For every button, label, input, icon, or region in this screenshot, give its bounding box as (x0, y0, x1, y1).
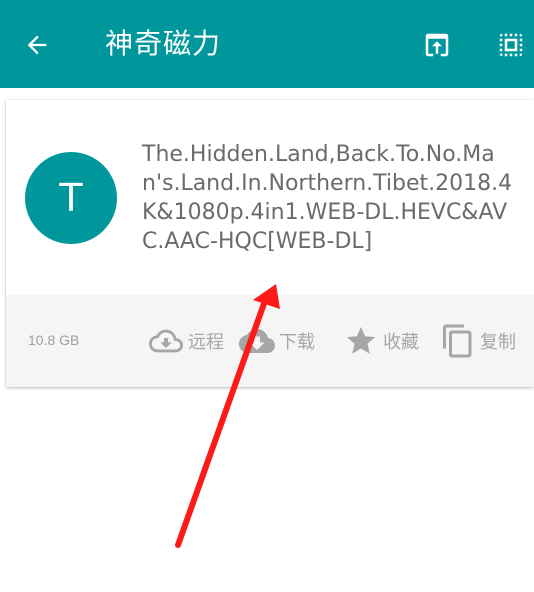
favorite-label: 收藏 (383, 332, 419, 353)
download-label: 下载 (279, 332, 315, 353)
star-icon (343, 323, 379, 359)
torrent-card[interactable]: T The.Hidden.Land,Back.To.No.Man's.Land.… (6, 100, 534, 387)
back-button[interactable] (14, 22, 60, 68)
copy-icon (440, 323, 476, 359)
file-size: 10.8 GB (28, 332, 80, 348)
top-app-bar: 神奇磁力 (0, 0, 534, 88)
remote-button[interactable]: 远程 (148, 323, 224, 359)
remote-label: 远程 (188, 332, 224, 353)
upload-box-icon (425, 33, 449, 57)
card-actions: 10.8 GB 远程 下载 收藏 复制 (6, 295, 534, 387)
arrow-left-icon (27, 35, 47, 55)
copy-button[interactable]: 复制 (440, 323, 516, 359)
card-content[interactable]: T The.Hidden.Land,Back.To.No.Man's.Land.… (6, 100, 534, 295)
app-screen: 神奇磁力 T The.Hidden.Land,Back.To.No.Man's.… (0, 0, 534, 592)
download-button[interactable]: 下载 (239, 323, 315, 359)
upload-button[interactable] (414, 22, 460, 68)
select-all-icon (499, 33, 523, 57)
copy-label: 复制 (480, 332, 516, 353)
cloud-download-icon (239, 323, 275, 359)
favorite-button[interactable]: 收藏 (343, 323, 419, 359)
cloud-download-outline-icon (148, 323, 184, 359)
page-title: 神奇磁力 (105, 27, 222, 60)
file-name: The.Hidden.Land,Back.To.No.Man's.Land.In… (142, 142, 513, 254)
avatar: T (25, 152, 117, 244)
select-all-button[interactable] (488, 22, 534, 68)
